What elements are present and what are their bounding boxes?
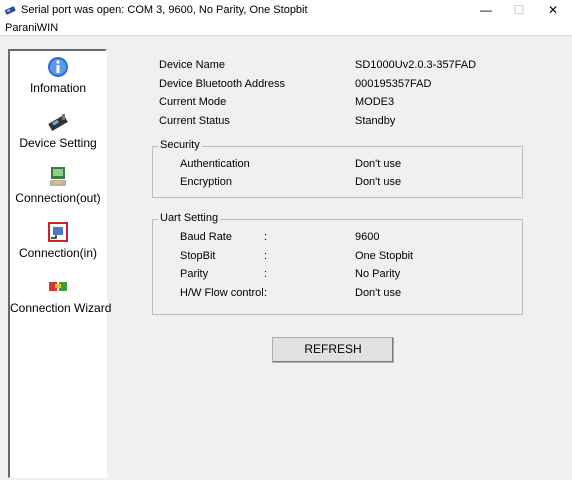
title-bar: Serial port was open: COM 3, 9600, No Pa…	[0, 0, 572, 21]
bluetooth-address-value: 000195357FAD	[355, 78, 432, 90]
sidebar-item-information[interactable]: Infomation	[10, 55, 106, 95]
current-status-label: Current Status	[159, 115, 230, 127]
sidebar-item-label: Connection(out)	[15, 191, 101, 205]
authentication-value: Don't use	[355, 158, 402, 170]
encryption-label: Encryption	[180, 176, 232, 188]
sidebar-item-device-setting[interactable]: Device Setting	[10, 110, 106, 150]
current-mode-value: MODE3	[355, 96, 395, 108]
flow-control-label: H/W Flow control	[180, 287, 264, 299]
stopbit-label: StopBit	[180, 250, 216, 262]
parity-value: No Parity	[355, 268, 401, 280]
close-button[interactable]: ✕	[536, 0, 570, 20]
info-icon	[48, 57, 68, 77]
baud-rate-colon: :	[264, 231, 268, 243]
current-status-value: Standby	[355, 115, 396, 127]
encryption-value: Don't use	[355, 176, 402, 188]
connection-wizard-icon	[49, 282, 67, 291]
current-mode-label: Current Mode	[159, 96, 227, 108]
connection-in-icon	[48, 222, 68, 242]
minimize-button[interactable]: —	[469, 0, 503, 20]
uart-group-title: Uart Setting	[158, 212, 221, 224]
sidebar-item-label: Connection(in)	[18, 246, 98, 260]
device-setting-icon	[48, 114, 68, 131]
sidebar-item-label: Connection Wizard	[10, 301, 112, 315]
device-name-value: SD1000Uv2.0.3-357FAD	[355, 59, 477, 71]
stopbit-colon: :	[264, 250, 268, 262]
window-title: Serial port was open: COM 3, 9600, No Pa…	[21, 4, 308, 16]
security-group-title: Security	[158, 139, 202, 151]
menu-item-paraniwin[interactable]: ParaniWIN	[5, 22, 58, 34]
paranicom-icon	[4, 6, 16, 15]
menu-bar: ParaniWIN	[0, 20, 572, 36]
parity-label: Parity	[180, 268, 209, 280]
sidebar-item-connection-in[interactable]: Connection(in)	[10, 220, 106, 260]
sidebar: Infomation Device Setting Connection(out…	[8, 49, 112, 478]
sidebar-item-label: Device Setting	[19, 136, 97, 150]
sidebar-item-label: Infomation	[29, 81, 87, 95]
flow-control-colon: :	[264, 287, 268, 299]
device-name-label: Device Name	[159, 59, 226, 71]
connection-out-icon	[50, 167, 66, 186]
maximize-button[interactable]: ☐	[502, 0, 536, 20]
sidebar-item-connection-wizard[interactable]: Connection Wizard	[10, 275, 112, 315]
authentication-label: Authentication	[180, 158, 250, 170]
baud-rate-value: 9600	[355, 231, 380, 243]
baud-rate-label: Baud Rate	[180, 231, 232, 243]
bluetooth-address-label: Device Bluetooth Address	[159, 78, 285, 90]
refresh-button[interactable]: REFRESH	[272, 337, 394, 363]
stopbit-value: One Stopbit	[355, 250, 414, 262]
parity-colon: :	[264, 268, 268, 280]
security-group: Security	[152, 139, 523, 198]
sidebar-item-connection-out[interactable]: Connection(out)	[10, 165, 106, 205]
flow-control-value: Don't use	[355, 287, 402, 299]
